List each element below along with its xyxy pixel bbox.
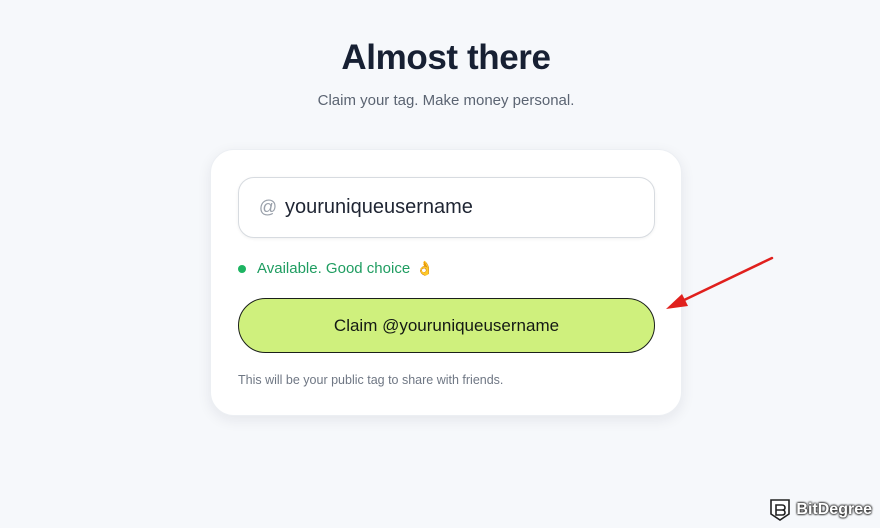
page-subtitle: Claim your tag. Make money personal. bbox=[317, 92, 575, 109]
username-field[interactable]: @ bbox=[238, 177, 655, 238]
hint-text: This will be your public tag to share wi… bbox=[238, 373, 504, 387]
status-dot-icon bbox=[238, 264, 246, 273]
page-title: Almost there bbox=[341, 38, 551, 77]
at-icon: @ bbox=[258, 197, 278, 217]
claim-card: @ Available. Good choice 👌 Claim @yourun… bbox=[210, 149, 682, 416]
status-text: Available. Good choice bbox=[257, 260, 411, 277]
bitdegree-logo-icon bbox=[770, 499, 791, 521]
page: Almost there Claim your tag. Make money … bbox=[0, 0, 880, 528]
arrow-icon bbox=[666, 256, 774, 309]
username-input[interactable] bbox=[285, 196, 645, 219]
availability-status: Available. Good choice 👌 bbox=[238, 260, 434, 277]
watermark: BitDegree bbox=[769, 498, 872, 522]
watermark-text: BitDegree bbox=[796, 501, 872, 518]
claim-button[interactable]: Claim @youruniqueusername bbox=[238, 298, 655, 353]
ok-hand-icon: 👌 bbox=[416, 260, 434, 276]
